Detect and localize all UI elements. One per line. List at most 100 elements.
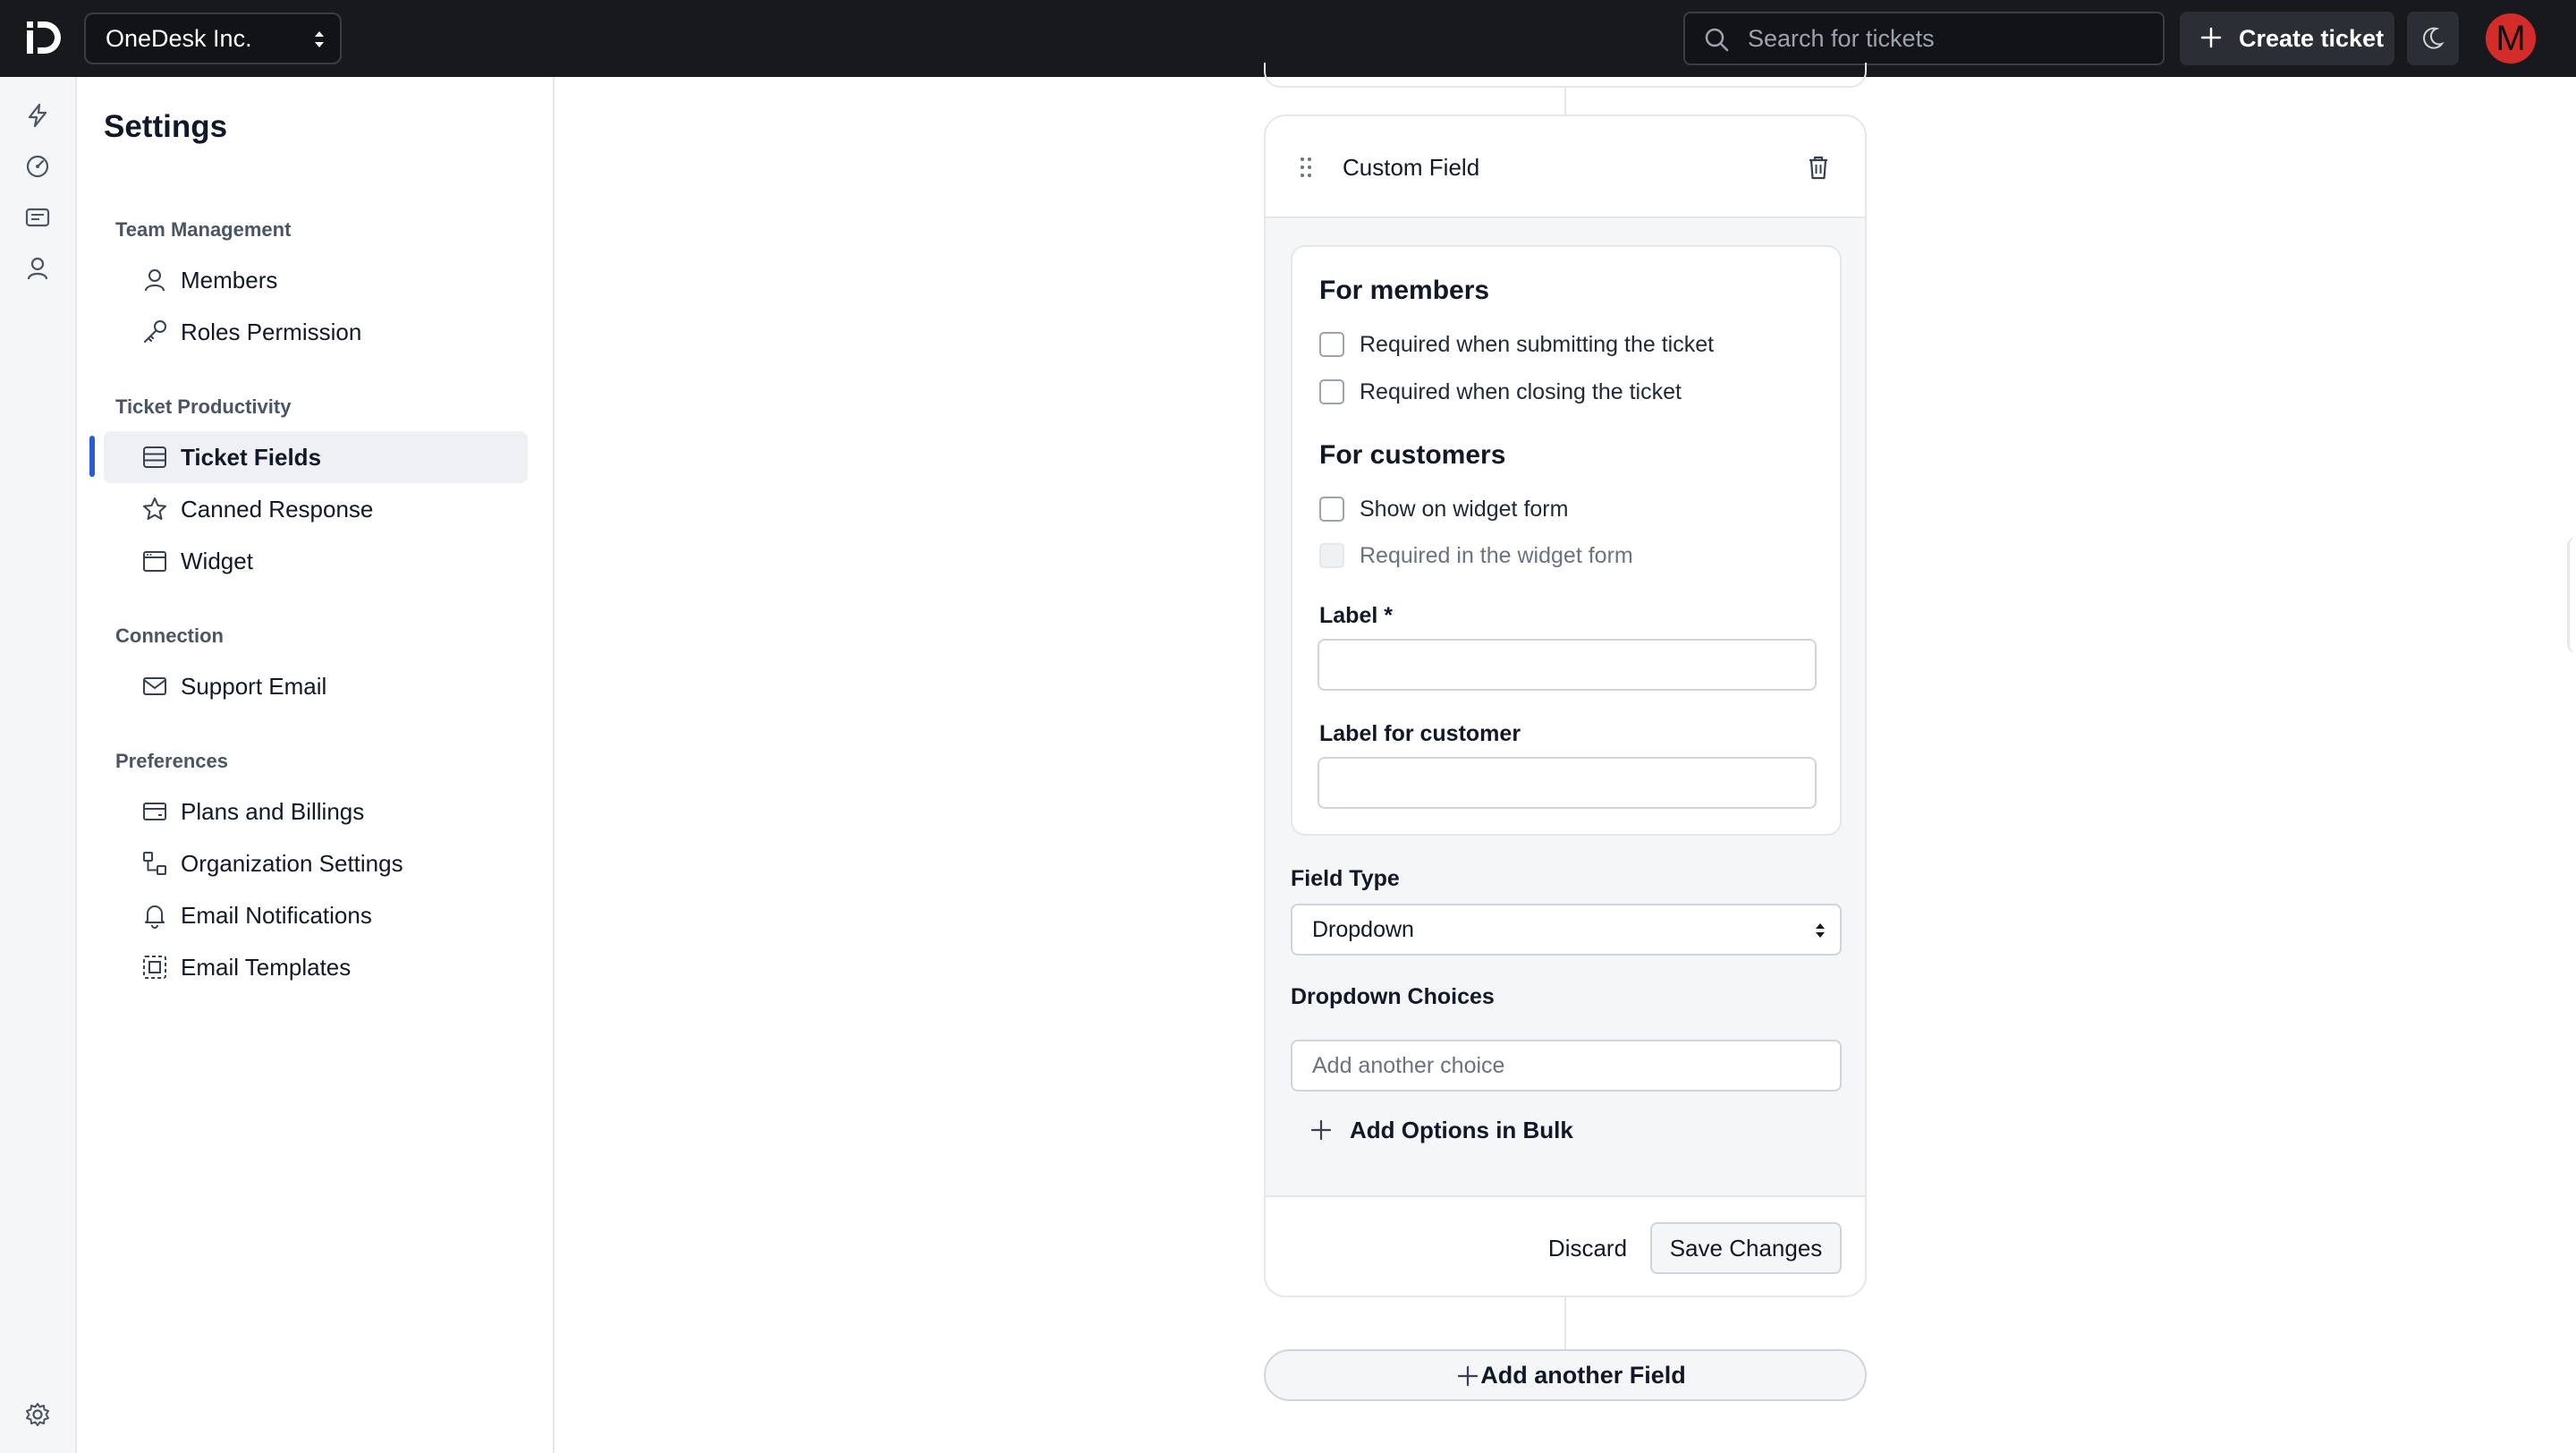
sidebar-item-label: Plans and Billings [181,797,365,825]
settings-title: Settings [104,109,228,144]
show-on-widget-checkbox[interactable]: Show on widget form [1319,496,1568,523]
checkbox[interactable] [1319,332,1344,357]
sidebar-item-members[interactable]: Members [104,254,528,306]
lightning-icon[interactable] [24,102,51,129]
moon-icon [2423,27,2445,49]
checkbox [1319,543,1344,568]
plus-icon [2200,27,2222,48]
for-customers-heading: For customers [1319,440,1506,470]
checkbox-label: Show on widget form [1360,496,1569,522]
checkbox[interactable] [1319,379,1344,404]
window-icon [143,551,166,572]
add-choice-input[interactable] [1291,1040,1842,1092]
trash-icon[interactable] [1806,154,1831,181]
required-widget-form-checkbox: Required in the widget form [1319,542,1633,569]
checkbox[interactable] [1319,497,1344,522]
avatar-initial: M [2496,18,2526,58]
create-ticket-button[interactable]: Create ticket [2180,12,2394,65]
sidebar-item-email-templates[interactable]: Email Templates [104,941,528,993]
field-card-title: Custom Field [1343,154,1480,181]
sidebar-item-canned-response[interactable]: Canned Response [104,483,528,535]
icon-rail [0,77,77,1453]
gear-icon[interactable] [24,1401,51,1428]
add-another-field-label: Add another Field [1480,1361,1686,1389]
drag-handle-icon[interactable] [1300,157,1312,178]
credit-card-icon [143,803,166,820]
sidebar-item-label: Ticket Fields [181,443,322,471]
field-type-value: Dropdown [1312,916,1414,942]
chevron-up-down-icon [315,31,324,47]
checkbox-label: Required in the widget form [1360,542,1633,568]
discard-button[interactable]: Discard [1525,1222,1650,1274]
star-icon [143,497,166,520]
add-options-bulk-label: Add Options in Bulk [1350,1116,1573,1143]
onedesk-logo-icon[interactable] [21,16,64,59]
section-heading-connection: Connection [115,625,224,647]
organization-name: OneDesk Inc. [106,24,252,52]
chevron-up-down-icon [1816,923,1825,938]
sidebar-item-email-notifications[interactable]: Email Notifications [104,889,528,941]
customer-label-input[interactable] [1318,757,1817,809]
field-card-header: Custom Field [1266,116,1865,218]
template-icon [143,956,166,979]
sidebar-item-ticket-fields[interactable]: Ticket Fields [104,431,528,483]
field-type-select[interactable]: Dropdown [1291,904,1842,956]
user-avatar[interactable]: M [2483,11,2538,66]
dropdown-choices-label: Dropdown Choices [1291,984,1495,1009]
sidebar-item-label: Support Email [181,672,327,700]
for-members-heading: For members [1319,276,1490,305]
label-input[interactable] [1318,639,1817,691]
section-heading-team-management: Team Management [115,218,292,241]
sidebar-item-label: Roles Permission [181,318,362,345]
required-closing-checkbox[interactable]: Required when closing the ticket [1319,378,1682,405]
create-ticket-label: Create ticket [2239,24,2385,52]
key-icon [144,320,166,343]
settings-sidebar: Settings Team Management Members Roles P… [77,77,555,1453]
checkbox-label: Required when submitting the ticket [1360,331,1715,357]
field-type-label: Field Type [1291,866,1400,891]
checkbox-label: Required when closing the ticket [1360,378,1682,404]
bell-icon [145,905,165,929]
sidebar-item-label: Canned Response [181,495,374,523]
theme-toggle-button[interactable] [2407,12,2459,65]
sidebar-item-label: Email Notifications [181,901,372,929]
custom-field-card: Custom Field For members Required when s… [1264,115,1867,1297]
sidebar-item-label: Organization Settings [181,849,403,877]
sidebar-item-roles-permission[interactable]: Roles Permission [104,306,528,358]
label-field-label: Label * [1319,603,1393,628]
active-indicator [89,436,95,477]
section-heading-preferences: Preferences [115,750,228,772]
sidebar-item-label: Email Templates [181,953,352,981]
plus-icon [1457,1365,1479,1387]
required-submitting-checkbox[interactable]: Required when submitting the ticket [1319,331,1714,358]
dashboard-gauge-icon[interactable] [24,153,51,180]
plus-icon [1310,1119,1332,1141]
sidebar-item-label: Members [181,266,278,293]
user-icon[interactable] [24,255,51,282]
add-another-field-button[interactable]: Add another Field [1264,1349,1867,1401]
field-options-panel: For members Required when submitting the… [1291,245,1842,836]
side-panel-edge [2567,537,2576,653]
sidebar-item-widget[interactable]: Widget [104,535,528,587]
add-options-bulk-button[interactable]: Add Options in Bulk [1310,1108,1573,1152]
organization-select[interactable]: OneDesk Inc. [84,13,342,64]
section-heading-ticket-productivity: Ticket Productivity [115,395,292,418]
field-card-footer: Discard Save Changes [1266,1195,1865,1296]
sidebar-item-label: Widget [181,547,253,574]
connector-line [1564,1297,1566,1349]
search-icon [1705,28,1729,52]
search-input[interactable]: Search for tickets [1683,12,2165,65]
sidebar-item-organization-settings[interactable]: Organization Settings [104,837,528,889]
search-placeholder: Search for tickets [1748,24,1935,52]
connector-line [1564,88,1566,115]
hierarchy-icon [143,852,166,875]
save-changes-button[interactable]: Save Changes [1650,1222,1842,1274]
tickets-icon[interactable] [24,204,51,231]
previous-field-card-edge [1264,63,1867,88]
fields-list-icon [143,446,166,468]
sidebar-item-support-email[interactable]: Support Email [104,660,528,712]
customer-label-field-label: Label for customer [1319,721,1521,746]
user-icon [145,269,165,292]
sidebar-item-plans-and-billings[interactable]: Plans and Billings [104,786,528,837]
mail-icon [143,677,166,695]
